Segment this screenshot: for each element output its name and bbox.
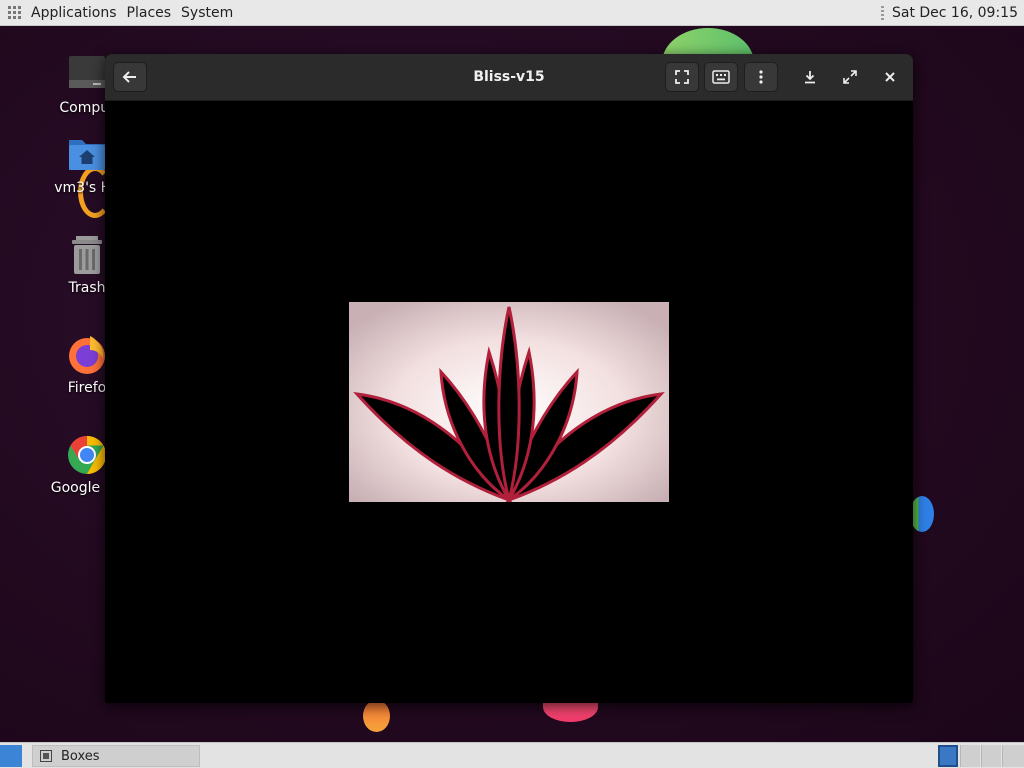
download-button[interactable]	[795, 62, 825, 92]
headerbar[interactable]: Bliss-v15	[105, 54, 913, 101]
workspace-3[interactable]	[981, 745, 1001, 767]
chrome-icon	[66, 434, 108, 476]
menu-applications[interactable]: Applications	[31, 5, 117, 21]
wallpaper-shape	[910, 496, 934, 532]
maximize-icon	[843, 70, 857, 84]
workspace-2[interactable]	[960, 745, 980, 767]
top-panel: Applications Places System Sat Dec 16, 0…	[0, 0, 1024, 26]
firefox-icon	[66, 334, 108, 376]
maximize-button[interactable]	[835, 62, 865, 92]
computer-icon	[66, 54, 108, 96]
vm-display[interactable]	[349, 302, 669, 502]
close-icon	[885, 72, 895, 82]
fullscreen-icon	[675, 70, 689, 84]
kebab-menu-icon	[759, 70, 763, 84]
workspace-4[interactable]	[1002, 745, 1024, 767]
close-button[interactable]	[875, 62, 905, 92]
apps-grid-icon[interactable]	[8, 5, 22, 20]
workspace-1[interactable]	[938, 745, 958, 767]
menu-system[interactable]: System	[181, 5, 233, 21]
menu-button[interactable]	[744, 62, 778, 92]
show-desktop-button[interactable]	[0, 745, 22, 767]
boxes-window: Bliss-v15	[105, 54, 913, 703]
panel-grip-icon	[880, 5, 884, 20]
window-title: Bliss-v15	[473, 69, 545, 85]
boxes-app-icon	[40, 750, 52, 762]
download-icon	[805, 71, 815, 84]
bottom-panel: Boxes	[0, 742, 1024, 768]
fullscreen-button[interactable]	[665, 62, 699, 92]
taskbar-item-label: Boxes	[61, 748, 100, 764]
keyboard-button[interactable]	[704, 62, 738, 92]
trash-icon	[66, 234, 108, 276]
keyboard-icon	[712, 70, 730, 84]
wallpaper-shape	[363, 700, 390, 732]
back-arrow-icon	[122, 71, 136, 83]
lotus-wallpaper-image	[349, 302, 669, 502]
menu-places[interactable]: Places	[127, 5, 172, 21]
taskbar-item-boxes[interactable]: Boxes	[32, 745, 200, 767]
back-button[interactable]	[113, 62, 147, 92]
clock[interactable]: Sat Dec 16, 09:15	[892, 5, 1018, 21]
home-folder-icon	[66, 134, 108, 176]
